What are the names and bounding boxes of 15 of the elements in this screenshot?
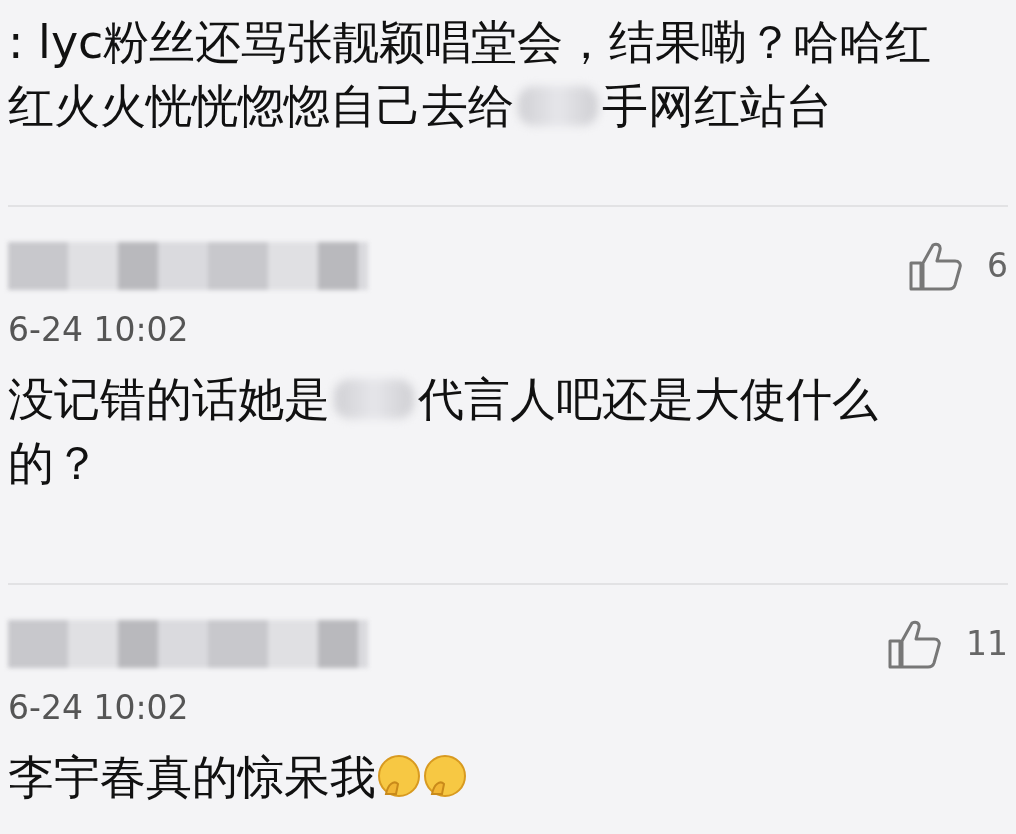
- like-count: 11: [966, 623, 1008, 666]
- comment-text: 没记错的话她是: [8, 370, 330, 428]
- emoji-icon: [422, 753, 468, 800]
- thumbs-up-icon[interactable]: [909, 241, 963, 291]
- comment-time: 6-24 10:02: [8, 687, 190, 729]
- comment-text: 代言人吧还是大使什么: [418, 370, 878, 428]
- comment-text: 的？: [8, 434, 100, 492]
- comment-text: 李宇春真的惊呆我: [8, 748, 376, 806]
- like-count: 6: [987, 245, 1008, 288]
- emoji-icon: [376, 753, 422, 800]
- thumbs-up-icon[interactable]: [888, 619, 942, 669]
- comment-text: : lyc粉丝还骂张靓颖唱堂会，结果嘞？哈哈红: [8, 14, 932, 71]
- comment-text: 红火火恍恍惚惚自己去给: [8, 78, 514, 135]
- comment-text: 手网红站台: [602, 78, 832, 135]
- comment-time: 6-24 10:02: [8, 309, 190, 351]
